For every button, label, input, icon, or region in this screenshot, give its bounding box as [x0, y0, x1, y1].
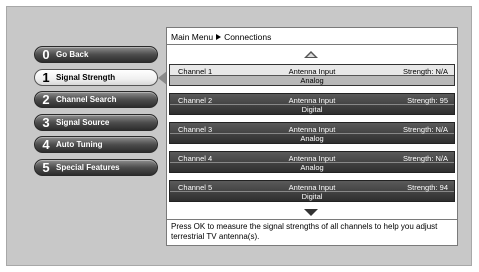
channel-source: Antenna Input: [288, 67, 336, 76]
menu-item-label: Special Features: [56, 162, 120, 172]
channel-strength: Strength: N/A: [402, 154, 448, 163]
side-menu: 0 Go Back 1 Signal Strength 2 Channel Se…: [34, 46, 158, 181]
channel-type: Digital: [301, 105, 323, 114]
menu-item-number: 4: [42, 137, 50, 152]
channel-type: Digital: [301, 192, 323, 201]
menu-item-special-features[interactable]: 5 Special Features: [34, 158, 158, 176]
channel-row-5[interactable]: Channel 5 Antenna Input Strength: 94 Dig…: [169, 180, 455, 202]
channel-name: Channel 2: [178, 96, 213, 105]
channel-source: Antenna Input: [288, 125, 336, 134]
channel-name: Channel 4: [178, 154, 213, 163]
channel-source: Antenna Input: [288, 183, 336, 192]
menu-item-signal-source[interactable]: 3 Signal Source: [34, 113, 158, 131]
breadcrumb: Main Menu Connections: [171, 32, 271, 42]
menu-item-label: Go Back: [56, 50, 89, 59]
channel-strength: Strength: N/A: [402, 125, 448, 134]
scroll-down-arrow-icon[interactable]: [304, 209, 318, 216]
channel-name: Channel 5: [178, 183, 213, 192]
menu-item-number: 1: [42, 69, 50, 85]
menu-item-label: Signal Strength: [56, 72, 116, 82]
breadcrumb-current: Connections: [224, 32, 272, 42]
menu-item-number: 2: [42, 92, 50, 107]
scroll-up-arrow-icon[interactable]: [304, 51, 318, 58]
channel-row-4[interactable]: Channel 4 Antenna Input Strength: N/A An…: [169, 151, 455, 173]
divider: [167, 219, 457, 220]
menu-item-number: 3: [42, 114, 50, 130]
help-text: Press OK to measure the signal strengths…: [171, 222, 438, 241]
menu-item-label: Signal Source: [56, 117, 110, 127]
breadcrumb-separator-icon: [216, 34, 222, 40]
menu-item-go-back[interactable]: 0 Go Back: [34, 46, 158, 63]
channel-row-2[interactable]: Channel 2 Antenna Input Strength: 95 Dig…: [169, 93, 455, 115]
channel-row-3[interactable]: Channel 3 Antenna Input Strength: N/A An…: [169, 122, 455, 144]
menu-item-label: Auto Tuning: [56, 140, 103, 149]
divider: [167, 44, 457, 45]
channel-type: Analog: [300, 163, 324, 172]
menu-item-auto-tuning[interactable]: 4 Auto Tuning: [34, 136, 158, 153]
channel-source: Antenna Input: [288, 96, 336, 105]
connections-panel: Main Menu Connections Channel 1 Antenna …: [166, 27, 458, 246]
channel-name: Channel 1: [178, 67, 213, 76]
channel-type: Analog: [300, 134, 324, 143]
channel-type: Analog: [300, 76, 324, 85]
channel-strength: Strength: 94: [407, 183, 448, 192]
channel-strength: Strength: N/A: [402, 67, 448, 76]
menu-item-number: 0: [42, 47, 50, 62]
channel-name: Channel 3: [178, 125, 213, 134]
menu-item-signal-strength[interactable]: 1 Signal Strength: [34, 68, 158, 86]
menu-item-number: 5: [42, 159, 50, 175]
channel-source: Antenna Input: [288, 154, 336, 163]
menu-item-label: Channel Search: [56, 95, 117, 104]
breadcrumb-root[interactable]: Main Menu: [171, 32, 213, 42]
menu-item-channel-search[interactable]: 2 Channel Search: [34, 91, 158, 108]
channel-row-1[interactable]: Channel 1 Antenna Input Strength: N/A An…: [169, 64, 455, 86]
channel-strength: Strength: 95: [407, 96, 448, 105]
